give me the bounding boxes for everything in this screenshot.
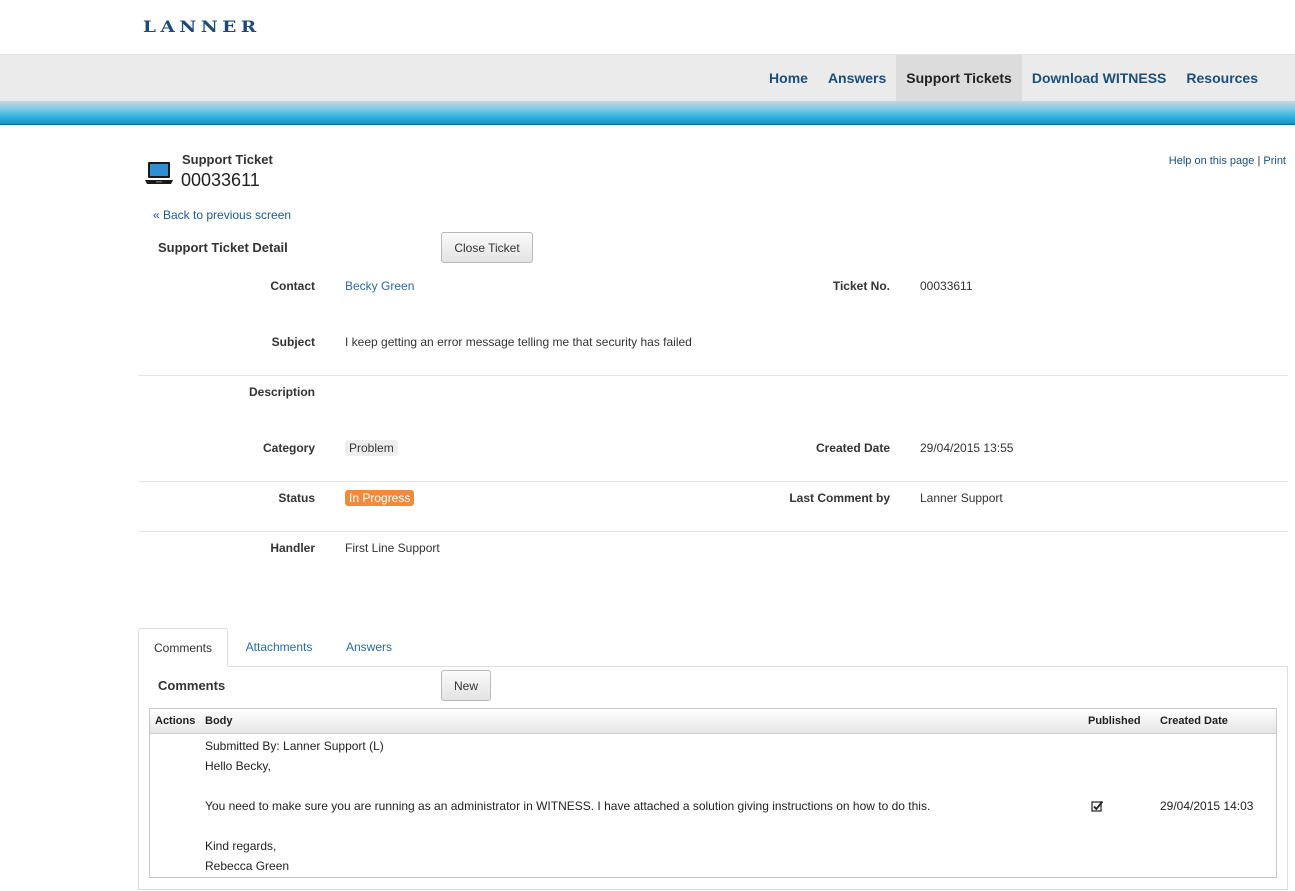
header-banner — [0, 101, 1295, 125]
ticket-no-label: Ticket No. — [832, 279, 890, 293]
handler-label: Handler — [270, 541, 315, 555]
created-date-value: 29/04/2015 13:55 — [920, 441, 1014, 455]
nav-item-download-witness[interactable]: Download WITNESS — [1022, 55, 1177, 101]
close-ticket-button[interactable]: Close Ticket — [441, 232, 533, 263]
handler-value: First Line Support — [345, 541, 440, 555]
main-navbar: Home Answers Support Tickets Download WI… — [0, 54, 1295, 101]
page-subtitle: Support Ticket — [182, 152, 273, 167]
comment-body-line: You need to make sure you are running as… — [205, 799, 931, 813]
published-checkbox-icon — [1091, 800, 1104, 813]
ticket-no-value: 00033611 — [920, 279, 973, 293]
nav-item-resources[interactable]: Resources — [1176, 55, 1268, 101]
column-header-created-date[interactable]: Created Date — [1160, 715, 1228, 727]
comment-body-line: Hello Becky, — [205, 759, 271, 773]
status-label: Status — [278, 491, 315, 505]
lanner-logo[interactable]: LANNER — [143, 17, 261, 36]
link-separator: | — [1257, 155, 1261, 167]
table-header: Actions Body Published Created Date — [150, 709, 1276, 734]
detail-section-title: Support Ticket Detail — [158, 240, 288, 255]
last-comment-by-value: Lanner Support — [920, 491, 1003, 505]
comment-body-line: Rebecca Green — [205, 859, 290, 873]
page-title: 00033611 — [181, 170, 260, 190]
comment-created-date: 29/04/2015 14:03 — [1160, 799, 1254, 813]
subject-value: I keep getting an error message telling … — [345, 335, 692, 349]
last-comment-by-label: Last Comment by — [789, 491, 890, 505]
subject-label: Subject — [271, 335, 315, 349]
tab-comments[interactable]: Comments — [138, 628, 228, 667]
status-badge: In Progress — [345, 490, 415, 506]
divider — [138, 531, 1288, 532]
help-on-page-link[interactable]: Help on this page — [1169, 155, 1255, 167]
nav-item-support-tickets[interactable]: Support Tickets — [896, 55, 1022, 101]
contact-link[interactable]: Becky Green — [345, 279, 414, 293]
contact-label: Contact — [270, 279, 315, 293]
print-link[interactable]: Print — [1263, 155, 1286, 167]
back-link[interactable]: « Back to previous screen — [153, 208, 291, 222]
nav-menu: Home Answers Support Tickets Download WI… — [759, 55, 1268, 102]
comment-body-line: Kind regards, — [205, 839, 277, 853]
nav-item-answers[interactable]: Answers — [818, 55, 896, 101]
column-header-published[interactable]: Published — [1088, 715, 1141, 727]
created-date-label: Created Date — [815, 441, 890, 455]
new-comment-button[interactable]: New — [441, 670, 491, 701]
column-header-actions[interactable]: Actions — [155, 715, 195, 727]
tab-answers[interactable]: Answers — [334, 628, 404, 667]
divider — [138, 375, 1288, 376]
comments-section-title: Comments — [158, 678, 226, 693]
tab-attachments[interactable]: Attachments — [232, 628, 326, 667]
help-links: Help on this page | Print — [1169, 155, 1286, 167]
laptop-icon — [144, 160, 174, 186]
description-label: Description — [248, 385, 315, 399]
category-label: Category — [262, 441, 315, 455]
column-header-body[interactable]: Body — [205, 715, 233, 727]
nav-item-home[interactable]: Home — [759, 55, 818, 101]
comment-body-line: Submitted By: Lanner Support (L) — [205, 739, 384, 753]
comments-table: Actions Body Published Created Date Subm… — [149, 708, 1277, 878]
category-badge: Problem — [345, 440, 398, 456]
divider — [138, 481, 1288, 482]
